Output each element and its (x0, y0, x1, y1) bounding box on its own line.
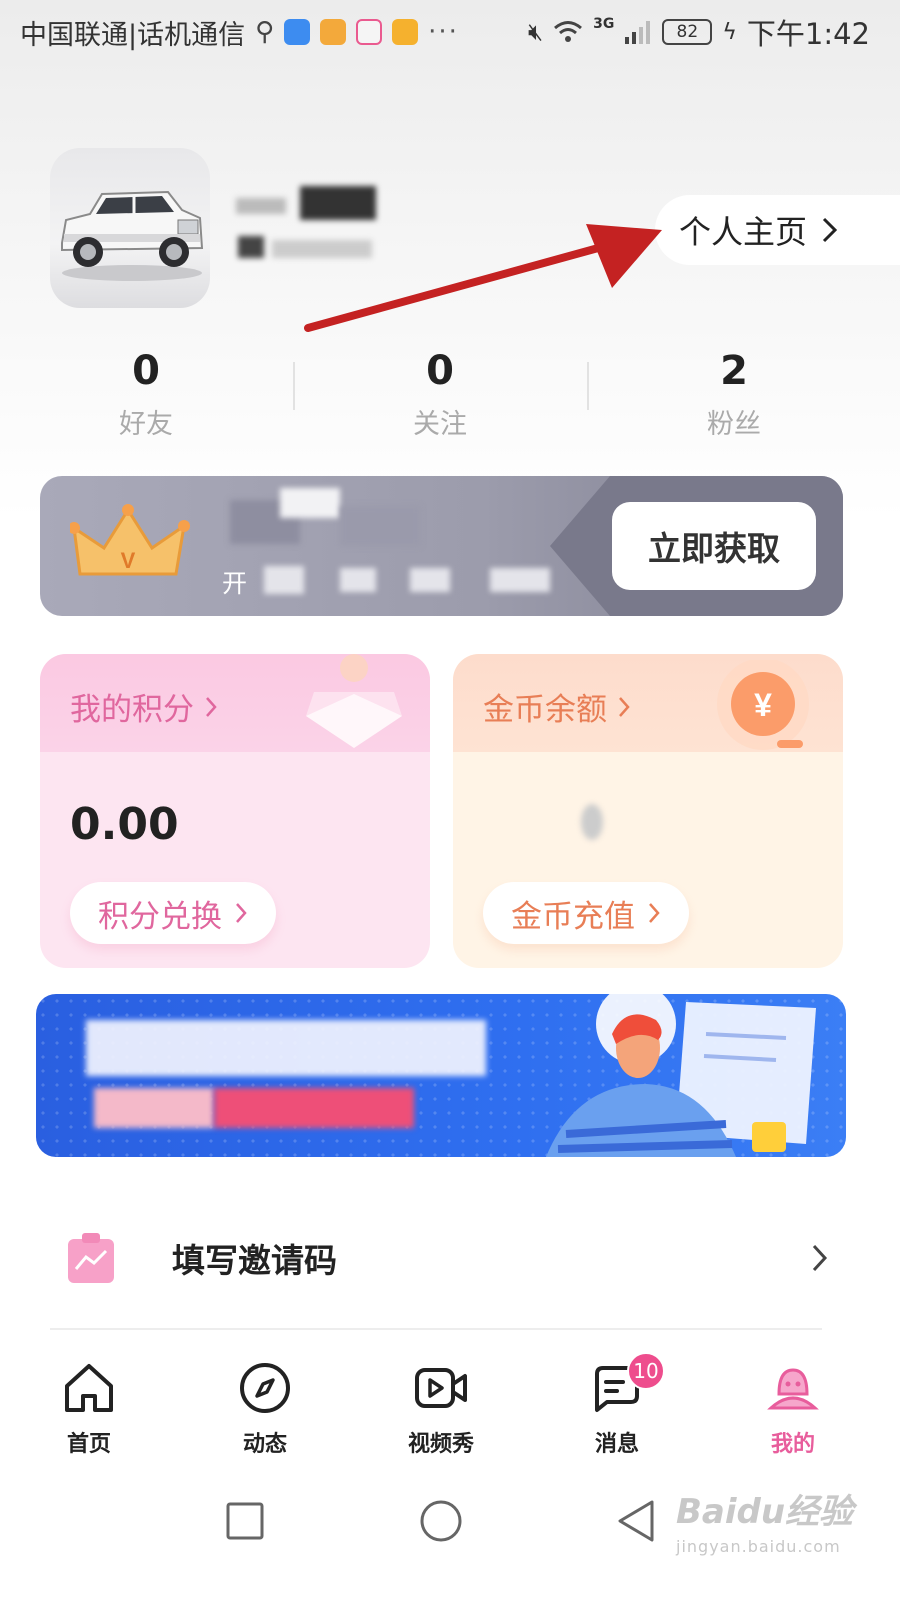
points-card-title[interactable]: 我的积分 (70, 684, 218, 729)
fans-label: 粉丝 (707, 409, 761, 440)
points-envelope-icon (306, 654, 402, 748)
invite-clipboard-icon (68, 1233, 114, 1283)
coins-title-label: 金币余额 (483, 692, 607, 728)
invite-code-row[interactable]: 填写邀请码 (50, 1220, 830, 1296)
wifi-icon (554, 21, 583, 42)
recents-square-icon[interactable] (220, 1496, 270, 1546)
car-image (61, 190, 204, 281)
carrier-name: 中国联通|话机通信 (20, 19, 246, 51)
baidu-jingyan-watermark: Baidu经验 jingyan.baidu.com (676, 1484, 886, 1564)
following-count: 0 (426, 348, 454, 394)
vip-subtitle: 开 (222, 569, 248, 598)
chevron-right-icon (649, 903, 660, 923)
signal-icon (625, 21, 651, 44)
coin-icon: ¥ (717, 660, 809, 750)
coins-card-title[interactable]: 金币余额 (483, 684, 631, 729)
tab-moments[interactable]: 动态 (205, 1352, 325, 1458)
chevron-right-icon (812, 1244, 828, 1272)
crown-icon: V (70, 504, 190, 576)
promo-banner[interactable] (36, 994, 846, 1157)
usb-icon: ⚲ (255, 17, 275, 47)
tab-messages-label: 消息 (594, 1432, 639, 1457)
tab-me[interactable]: 我的 (733, 1352, 853, 1458)
video-icon (415, 1368, 467, 1408)
more-icon: ··· (428, 17, 459, 47)
download-app-icon (320, 19, 347, 45)
coin-symbol: ¥ (754, 687, 772, 723)
divider (50, 1328, 822, 1330)
friends-count: 0 (132, 348, 160, 394)
stat-divider (293, 362, 295, 410)
invite-code-label: 填写邀请码 (172, 1241, 337, 1280)
points-exchange-label: 积分兑换 (98, 898, 222, 935)
message-badge: 10 (627, 1352, 665, 1390)
coins-card[interactable]: ¥ 金币余额 金币充值 (453, 654, 843, 968)
tab-me-label: 我的 (770, 1432, 815, 1457)
tab-home[interactable]: 首页 (29, 1352, 149, 1458)
home-icon (65, 1364, 113, 1412)
chevron-right-icon (206, 696, 217, 717)
bottom-tab-bar: 首页 动态 视频秀 10 消息 我的 (0, 1352, 900, 1472)
tab-messages[interactable]: 10 消息 (557, 1352, 677, 1458)
shield-app-icon (284, 19, 311, 45)
profile-icon (767, 1368, 819, 1410)
watermark-logo: Baidu经验 (676, 1492, 854, 1532)
avatar[interactable] (50, 148, 210, 308)
points-value: 0.00 (70, 799, 179, 850)
mute-icon: 🔇︎ (528, 18, 544, 46)
stat-friends[interactable]: 0 好友 (46, 348, 246, 441)
tab-moments-label: 动态 (242, 1432, 287, 1457)
stat-divider (587, 362, 589, 410)
friends-label: 好友 (119, 409, 173, 440)
coins-recharge-button[interactable]: 金币充值 (483, 882, 689, 944)
points-exchange-button[interactable]: 积分兑换 (70, 882, 276, 944)
compass-icon (240, 1363, 290, 1413)
chevron-right-icon (822, 217, 838, 243)
chevron-right-icon (236, 903, 247, 923)
crown-letter: V (121, 548, 136, 573)
fans-count: 2 (720, 348, 748, 394)
tab-video-show-label: 视频秀 (407, 1432, 474, 1457)
charging-icon: ϟ (722, 19, 737, 45)
chat-app-icon (356, 19, 383, 45)
battery-icon: 82 (662, 19, 713, 45)
annotation-arrow (304, 224, 662, 332)
coins-recharge-label: 金币充值 (511, 898, 635, 935)
coins-value-redacted (581, 804, 603, 840)
tab-home-label: 首页 (66, 1432, 111, 1457)
back-triangle-icon[interactable] (612, 1496, 662, 1546)
personal-homepage-label: 个人主页 (679, 213, 808, 251)
points-title-label: 我的积分 (70, 692, 194, 728)
promo-illustration (546, 994, 816, 1157)
tab-video-show[interactable]: 视频秀 (381, 1352, 501, 1458)
get-now-button[interactable]: 立即获取 (612, 502, 816, 590)
stat-fans[interactable]: 2 粉丝 (634, 348, 834, 441)
home-circle-icon[interactable] (416, 1496, 466, 1546)
status-bar: 中国联通|话机通信 ⚲ ··· 🔇︎ 3G 82 ϟ 下午1:42 (0, 0, 900, 64)
chevron-right-icon (619, 696, 630, 717)
vip-banner[interactable]: V 开 立即获取 (40, 476, 843, 616)
stat-following[interactable]: 0 关注 (340, 348, 540, 441)
clock: 下午1:42 (746, 17, 870, 51)
network-type: 3G (593, 16, 615, 32)
video-app-icon (392, 19, 419, 45)
following-label: 关注 (413, 409, 467, 440)
points-card[interactable]: 我的积分 0.00 积分兑换 (40, 654, 430, 968)
watermark-url: jingyan.baidu.com (676, 1537, 841, 1556)
personal-homepage-button[interactable]: 个人主页 (655, 195, 900, 265)
